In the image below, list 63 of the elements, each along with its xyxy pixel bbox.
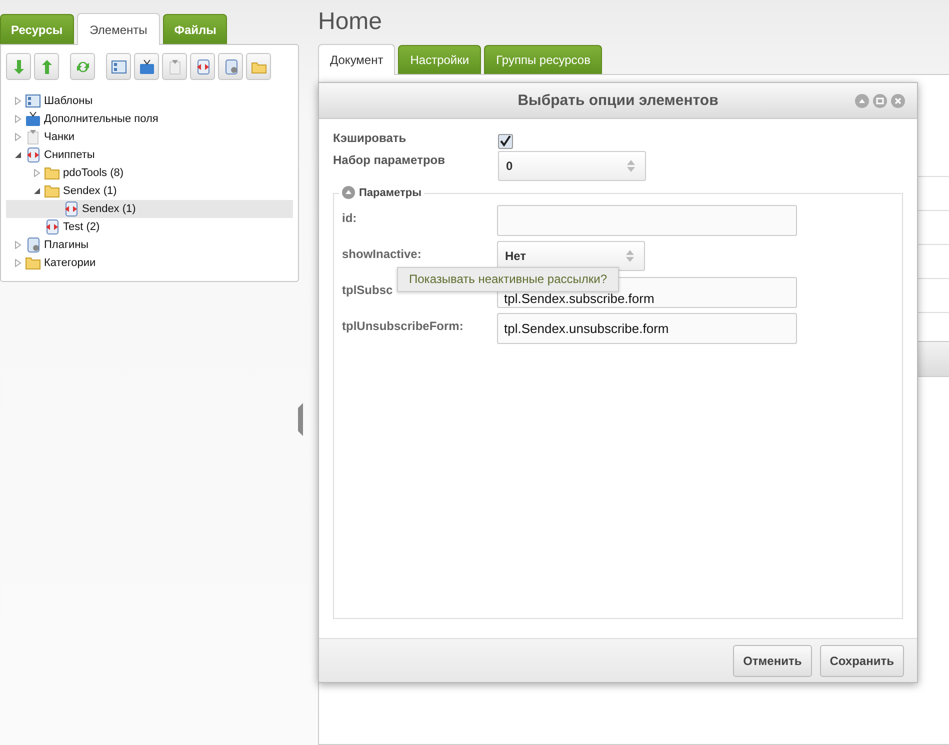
- tree-item[interactable]: Плагины: [6, 236, 293, 254]
- tv-icon: [25, 111, 41, 127]
- tooltip: Показывать неактивные рассылки?: [397, 267, 620, 292]
- collapse-handle[interactable]: [298, 403, 303, 436]
- field-label: tplUnsubscribeForm:: [342, 319, 464, 333]
- expand-icon[interactable]: [14, 133, 22, 141]
- template-icon: [110, 58, 126, 74]
- checkbox[interactable]: [498, 134, 513, 149]
- expand-icon[interactable]: [14, 97, 22, 105]
- template-icon: [25, 93, 41, 109]
- tab[interactable]: Документ: [318, 44, 396, 75]
- input-field[interactable]: tpl.Sendex.unsubscribe.form: [497, 313, 797, 344]
- chunk-icon: [166, 58, 182, 74]
- field-label: id:: [342, 211, 357, 225]
- select-field[interactable]: 0: [498, 151, 646, 181]
- tree-item[interactable]: Чанки: [6, 128, 293, 146]
- toolbar-button[interactable]: [70, 53, 95, 80]
- sidebar-tab[interactable]: Элементы: [76, 13, 160, 45]
- close-icon[interactable]: [891, 94, 905, 108]
- expand-icon[interactable]: [14, 115, 22, 123]
- spinner-icon: [626, 250, 634, 262]
- toolbar-button[interactable]: [34, 53, 59, 80]
- fieldset-legend: Параметры: [359, 186, 422, 198]
- snippet-icon: [194, 58, 210, 74]
- tree-item[interactable]: Сниппеты: [6, 146, 293, 164]
- field-label: showInactive:: [342, 247, 422, 261]
- toolbar-button[interactable]: [246, 53, 271, 80]
- tv-icon: [138, 58, 154, 74]
- tree-item[interactable]: pdoTools (8): [6, 164, 293, 182]
- tree-item[interactable]: Sendex (1): [6, 200, 293, 218]
- toolbar-button[interactable]: [190, 53, 215, 80]
- toolbar-button[interactable]: [134, 53, 159, 80]
- tree-item[interactable]: Шаблоны: [6, 92, 293, 110]
- field-label: tplSubsc: [342, 283, 393, 297]
- dialog-title: Выбрать опции элементов: [518, 92, 718, 109]
- spinner-icon: [627, 160, 635, 172]
- page-title: Home: [318, 8, 384, 36]
- snippet-icon: [44, 219, 60, 235]
- folder-icon: [25, 255, 41, 271]
- dialog-button[interactable]: Отменить: [733, 644, 812, 676]
- tree-item[interactable]: Sendex (1): [6, 182, 293, 200]
- chunk-icon: [25, 129, 41, 145]
- toolbar-button[interactable]: [6, 53, 31, 80]
- expand-icon[interactable]: [14, 259, 22, 267]
- folder-icon: [44, 165, 60, 181]
- field-label: Набор параметров: [333, 152, 446, 167]
- collapse-icon[interactable]: [33, 187, 41, 195]
- expand-icon[interactable]: [33, 169, 41, 177]
- plugin-icon: [25, 237, 41, 253]
- tree-item[interactable]: Дополнительные поля: [6, 110, 293, 128]
- input-field[interactable]: [497, 205, 797, 236]
- toolbar-button[interactable]: [106, 53, 131, 80]
- snippet-icon: [25, 147, 41, 163]
- toolbar-button[interactable]: [218, 53, 243, 80]
- snippet-icon: [63, 201, 79, 217]
- tree-item[interactable]: Test (2): [6, 218, 293, 236]
- plugin-icon: [222, 58, 238, 74]
- field-label: Кэшировать: [333, 131, 408, 145]
- dialog-button[interactable]: Сохранить: [820, 644, 904, 676]
- tree-item[interactable]: Категории: [6, 254, 293, 272]
- maximize-icon[interactable]: [873, 94, 887, 108]
- collapse-icon[interactable]: [14, 151, 22, 159]
- expand-icon[interactable]: [14, 241, 22, 249]
